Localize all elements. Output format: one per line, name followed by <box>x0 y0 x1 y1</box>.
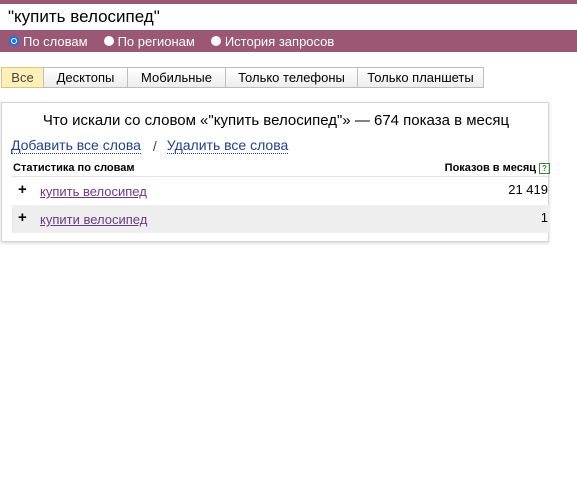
table-row: + купити велосипед 1 <box>12 205 550 233</box>
device-tabs: Все Десктопы Мобильные Только телефоны Т… <box>1 67 484 88</box>
radio-by-words[interactable]: По словам <box>9 34 88 49</box>
radio-label: По словам <box>23 33 88 49</box>
add-phrase-plus-icon[interactable]: + <box>18 209 27 226</box>
stats-header-label: Статистика по словам <box>13 162 135 174</box>
results-title: Что искали со словом «"купить велосипед"… <box>42 112 510 129</box>
tab-all[interactable]: Все <box>1 67 44 88</box>
table-row: + купить велосипед 21 419 <box>12 177 550 205</box>
add-all-words-link[interactable]: Добавить все слова <box>11 138 141 154</box>
impressions-count: 21 419 <box>508 182 548 197</box>
phrase-link[interactable]: купить велосипед <box>40 184 147 199</box>
add-phrase-plus-icon[interactable]: + <box>18 181 27 198</box>
help-icon[interactable]: ? <box>539 162 550 174</box>
radio-label: По регионам <box>117 33 195 49</box>
stats-header: Статистика по словам Показов в месяц ? <box>12 160 550 177</box>
phrase-link[interactable]: купити велосипед <box>40 212 147 227</box>
radio-query-history[interactable]: История запросов <box>210 33 335 49</box>
tab-desktops[interactable]: Десктопы <box>43 67 128 88</box>
tab-phones-only[interactable]: Только телефоны <box>225 67 358 88</box>
radio-unchecked-icon[interactable] <box>103 36 114 46</box>
radio-unchecked-icon[interactable] <box>210 36 221 46</box>
radio-label: История запросов <box>224 33 335 49</box>
radio-checked-icon[interactable] <box>9 36 19 46</box>
tab-mobile[interactable]: Мобильные <box>127 67 226 88</box>
tab-tablets-only[interactable]: Только планшеты <box>357 67 484 88</box>
search-mode-radios: По словам По регионам История запросов <box>9 33 350 49</box>
results-panel: Что искали со словом «"купить велосипед"… <box>1 102 550 242</box>
impressions-header-label: Показов в месяц <box>444 162 536 174</box>
impressions-header: Показов в месяц ? <box>445 162 550 174</box>
radio-by-regions[interactable]: По регионам <box>103 33 195 49</box>
impressions-count: 1 <box>540 210 548 225</box>
bulk-actions: Добавить все слова / Удалить все слова <box>11 138 289 154</box>
top-bar: По словам По регионам История запросов <box>0 0 577 52</box>
search-input[interactable] <box>0 4 577 30</box>
remove-all-words-link[interactable]: Удалить все слова <box>166 138 289 154</box>
links-separator: / <box>152 138 157 154</box>
